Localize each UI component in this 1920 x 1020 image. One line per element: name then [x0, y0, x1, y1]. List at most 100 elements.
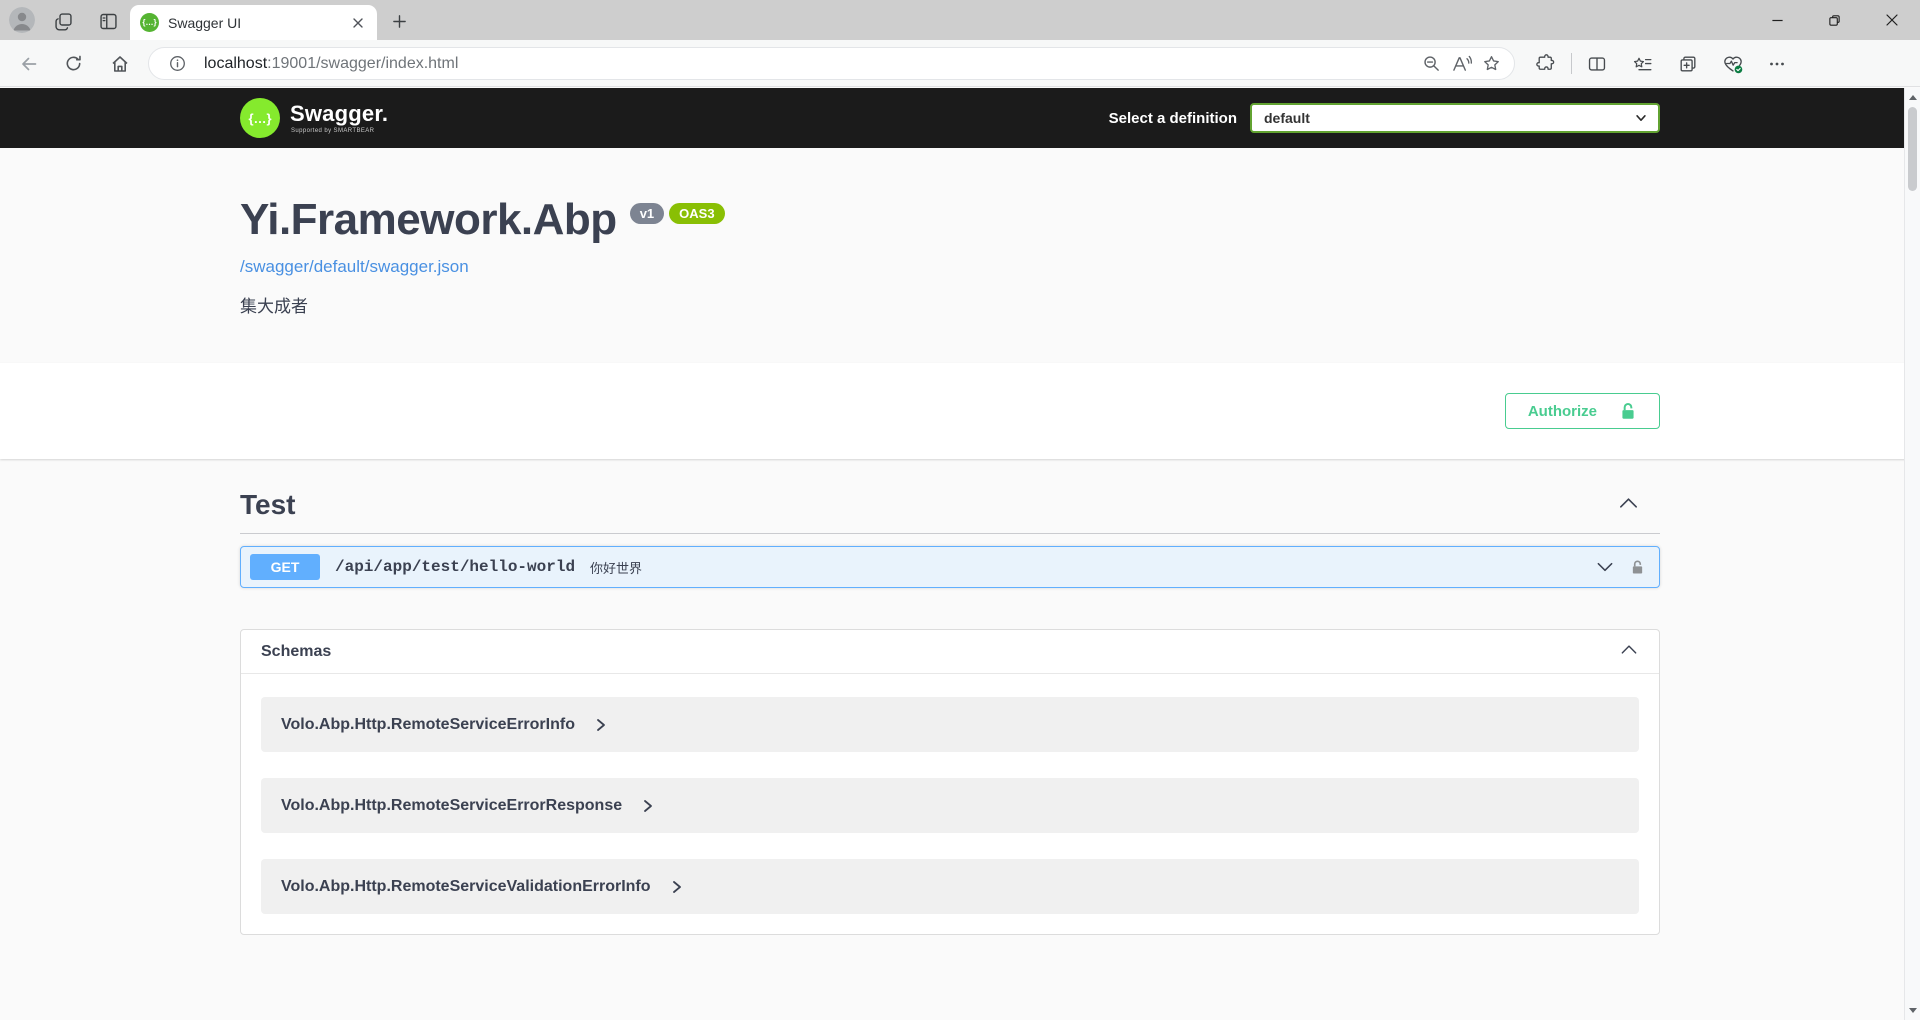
- favorite-button[interactable]: [1476, 50, 1506, 78]
- close-icon: [1885, 13, 1899, 27]
- extensions-puzzle-icon: [1535, 53, 1556, 74]
- opblock-get-hello-world[interactable]: GET /api/app/test/hello-world 你好世界: [240, 546, 1660, 588]
- more-dots-icon: [1768, 55, 1786, 73]
- api-info-section: Yi.Framework.Abp v1 OAS3 /swagger/defaul…: [0, 148, 1920, 363]
- chevron-right-icon: [595, 718, 607, 732]
- info-icon: [169, 55, 186, 72]
- chevron-down-icon: [1595, 558, 1615, 576]
- browser-toolbar: localhost:19001/swagger/index.html: [0, 40, 1920, 87]
- vertical-tabs-button[interactable]: [95, 8, 121, 34]
- back-arrow-icon: [19, 54, 39, 74]
- chevron-right-icon: [642, 799, 654, 813]
- schemas-section: Schemas Volo.Abp.Http.RemoteServiceError…: [240, 629, 1660, 935]
- workspaces-icon: [53, 11, 74, 32]
- definition-selector-group: Select a definition default: [1109, 103, 1660, 133]
- url-path: :19001/swagger/index.html: [267, 55, 458, 72]
- model-name: Volo.Abp.Http.RemoteServiceErrorInfo: [281, 716, 575, 734]
- operations-section: Test GET /api/app/test/hello-world 你好世界: [240, 483, 1660, 588]
- more-menu-button[interactable]: [1760, 47, 1794, 80]
- new-tab-button[interactable]: [388, 10, 410, 32]
- zoom-out-button[interactable]: [1416, 50, 1446, 78]
- authorize-button[interactable]: Authorize: [1505, 393, 1660, 429]
- window-controls: [1749, 0, 1920, 40]
- swagger-logo-subtext: Supported by SMARTBEAR: [290, 128, 388, 134]
- chevron-down-icon: [1634, 111, 1648, 125]
- chevron-right-icon: [671, 880, 683, 894]
- operation-summary: 你好世界: [590, 558, 642, 577]
- site-info-button[interactable]: [162, 50, 192, 78]
- swagger-logo-icon: {…}: [240, 98, 280, 138]
- swagger-wordmark: Swagger. Supported by SMARTBEAR: [290, 103, 388, 134]
- page-scrollbar[interactable]: [1904, 88, 1920, 1020]
- browser-titlebar: {…} Swagger UI: [0, 0, 1920, 40]
- api-description: 集大成者: [240, 292, 1660, 317]
- tag-header-test[interactable]: Test: [240, 483, 1660, 534]
- scroll-up-arrow[interactable]: [1905, 90, 1920, 105]
- browser-essentials-icon: [1722, 54, 1744, 74]
- favorites-button[interactable]: [1625, 47, 1659, 80]
- schemas-list: Volo.Abp.Http.RemoteServiceErrorInfo Vol…: [241, 674, 1659, 934]
- address-bar[interactable]: localhost:19001/swagger/index.html: [148, 47, 1515, 80]
- close-window-button[interactable]: [1863, 0, 1920, 40]
- split-screen-icon: [1587, 54, 1607, 74]
- http-method-badge: GET: [250, 554, 320, 580]
- browser-essentials-button[interactable]: [1716, 47, 1750, 80]
- zoom-out-icon: [1422, 54, 1441, 73]
- browser-tab[interactable]: {…} Swagger UI: [130, 5, 377, 40]
- authorize-label: Authorize: [1528, 403, 1597, 420]
- workspaces-button[interactable]: [50, 8, 76, 34]
- close-icon: [352, 17, 364, 29]
- read-aloud-icon: [1451, 54, 1472, 73]
- swagger-topbar: {…} Swagger. Supported by SMARTBEAR Sele…: [0, 88, 1920, 148]
- operation-path: /api/app/test/hello-world: [335, 558, 575, 576]
- chevron-up-icon: [1617, 493, 1640, 518]
- oas3-badge: OAS3: [669, 203, 724, 224]
- tab-close-button[interactable]: [349, 14, 367, 32]
- model-row[interactable]: Volo.Abp.Http.RemoteServiceValidationErr…: [261, 859, 1639, 914]
- schemas-header[interactable]: Schemas: [241, 630, 1659, 674]
- url-text: localhost:19001/swagger/index.html: [204, 55, 458, 73]
- extensions-button[interactable]: [1528, 47, 1562, 80]
- model-name: Volo.Abp.Http.RemoteServiceErrorResponse: [281, 797, 622, 815]
- minimize-button[interactable]: [1749, 0, 1806, 40]
- swagger-logo-text: Swagger.: [290, 103, 388, 125]
- schemas-title: Schemas: [261, 643, 331, 661]
- plus-icon: [392, 14, 407, 29]
- model-name: Volo.Abp.Http.RemoteServiceValidationErr…: [281, 878, 651, 896]
- page-viewport: {…} Swagger. Supported by SMARTBEAR Sele…: [0, 88, 1920, 1020]
- model-row[interactable]: Volo.Abp.Http.RemoteServiceErrorInfo: [261, 697, 1639, 752]
- tag-title: Test: [240, 489, 296, 521]
- scrollbar-thumb[interactable]: [1908, 107, 1917, 191]
- swagger-logo[interactable]: {…} Swagger. Supported by SMARTBEAR: [240, 98, 388, 138]
- url-host: localhost: [204, 55, 267, 72]
- refresh-icon: [64, 54, 83, 73]
- definition-select[interactable]: default: [1250, 103, 1660, 133]
- api-title: Yi.Framework.Abp: [240, 198, 617, 242]
- refresh-button[interactable]: [57, 47, 90, 80]
- home-button[interactable]: [103, 47, 136, 80]
- chevron-up-icon: [1619, 641, 1639, 663]
- definition-select-label: Select a definition: [1109, 110, 1237, 127]
- unlock-icon: [1619, 402, 1637, 421]
- home-icon: [110, 54, 130, 74]
- version-badge: v1: [630, 203, 664, 224]
- swagger-favicon-icon: {…}: [140, 13, 159, 32]
- auth-lock-icon[interactable]: [1630, 559, 1645, 576]
- restore-button[interactable]: [1806, 0, 1863, 40]
- definition-selected-value: default: [1264, 110, 1310, 126]
- collections-icon: [1678, 54, 1698, 74]
- read-aloud-button[interactable]: [1446, 50, 1476, 78]
- spec-link[interactable]: /swagger/default/swagger.json: [240, 257, 469, 277]
- model-row[interactable]: Volo.Abp.Http.RemoteServiceErrorResponse: [261, 778, 1639, 833]
- back-button[interactable]: [12, 47, 45, 80]
- scroll-down-arrow[interactable]: [1905, 1003, 1920, 1018]
- operation-controls: [1595, 558, 1645, 576]
- favorites-star-list-icon: [1632, 54, 1653, 74]
- restore-icon: [1828, 14, 1841, 27]
- collections-button[interactable]: [1671, 47, 1705, 80]
- vertical-tabs-icon: [98, 11, 119, 32]
- star-icon: [1482, 54, 1501, 73]
- split-screen-button[interactable]: [1580, 47, 1614, 80]
- toolbar-separator: [1571, 53, 1572, 74]
- profile-avatar[interactable]: [9, 7, 35, 33]
